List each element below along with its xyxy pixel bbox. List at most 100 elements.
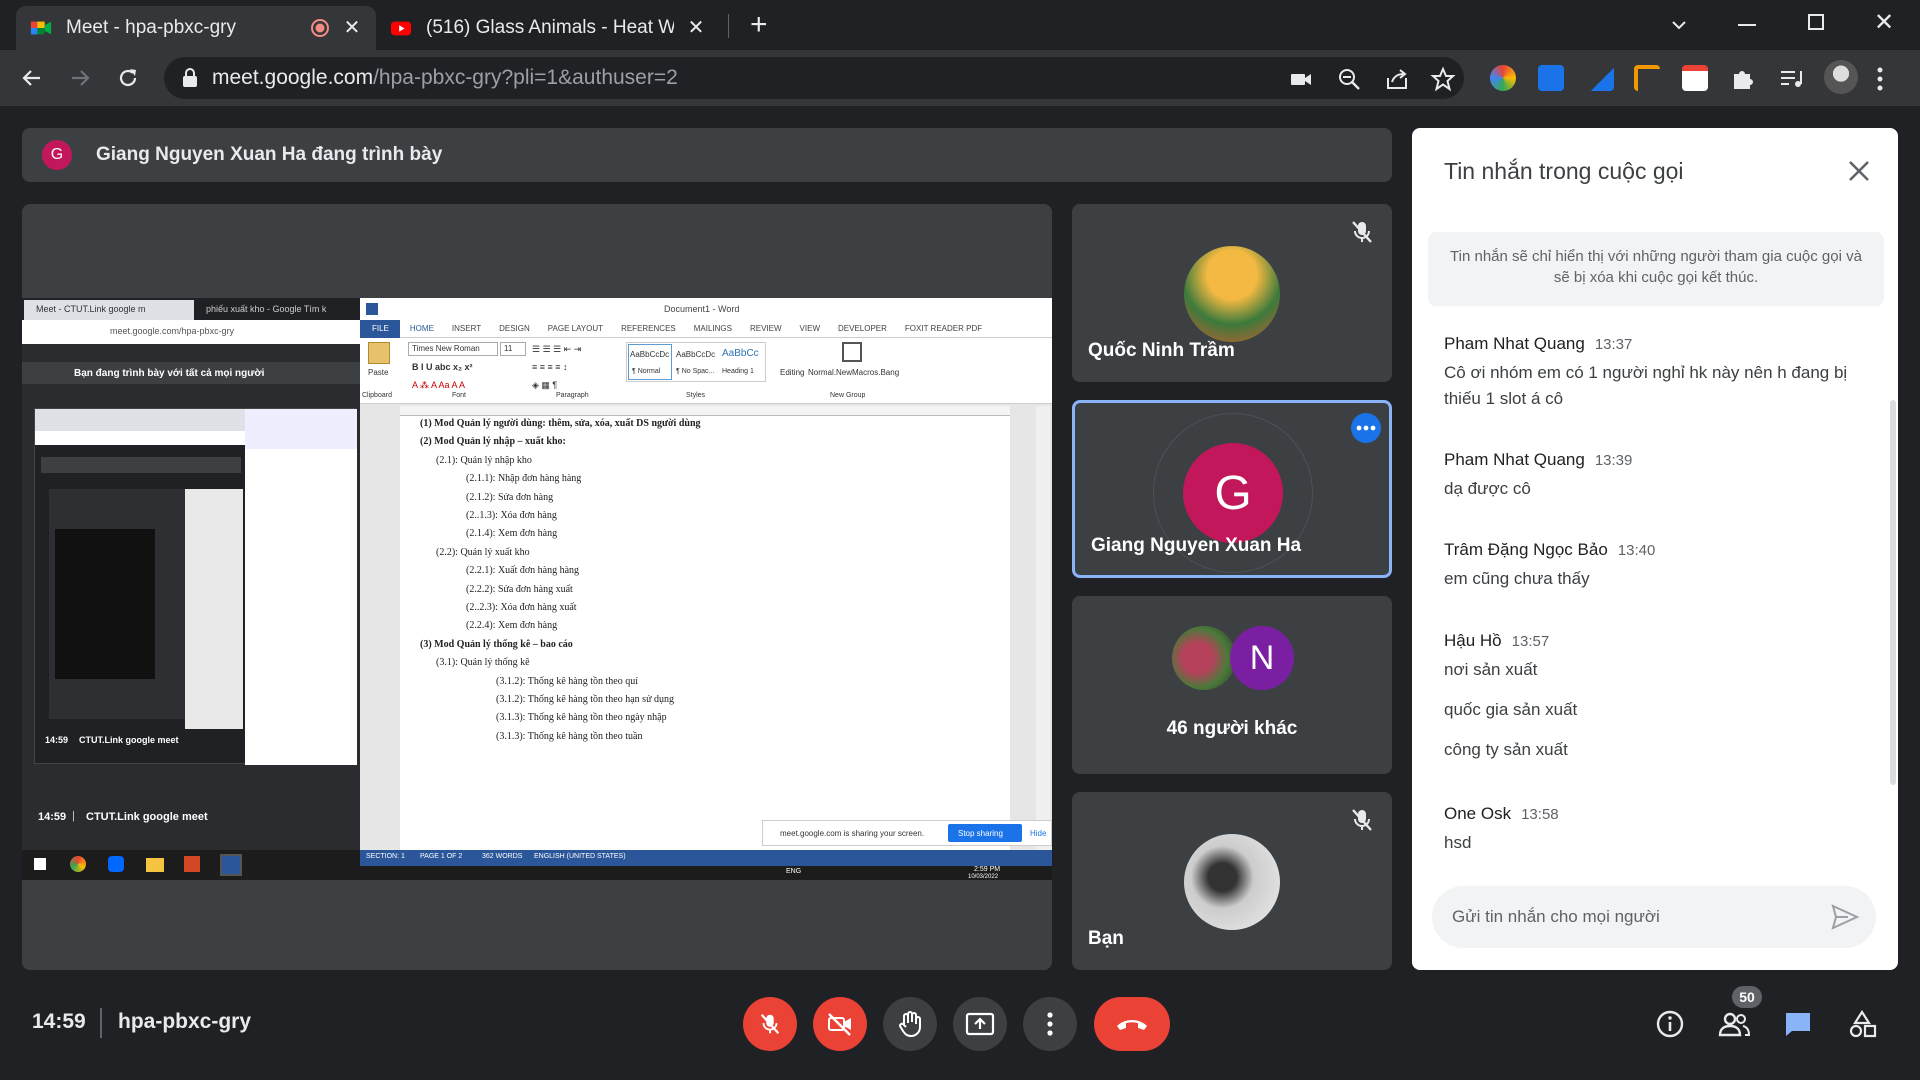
word-taskbar-icon[interactable] bbox=[220, 854, 242, 876]
close-icon[interactable] bbox=[1844, 156, 1874, 186]
status-page: PAGE 1 OF 2 bbox=[420, 853, 463, 860]
camera-icon[interactable] bbox=[1288, 66, 1314, 92]
window-close-button[interactable]: ✕ bbox=[1874, 8, 1894, 37]
word-ribbon-tab[interactable]: DEVELOPER bbox=[829, 320, 896, 338]
star-icon[interactable] bbox=[1430, 66, 1456, 92]
present-button[interactable] bbox=[953, 997, 1007, 1051]
share-icon[interactable] bbox=[1384, 66, 1410, 92]
calendar-extension-icon[interactable] bbox=[1682, 65, 1708, 91]
forward-button[interactable] bbox=[62, 60, 98, 96]
chat-button[interactable] bbox=[1780, 1006, 1816, 1042]
raise-hand-button[interactable] bbox=[883, 997, 937, 1051]
document-line: (3.1): Quản lý thống kê bbox=[436, 657, 530, 669]
close-icon[interactable]: ✕ bbox=[342, 18, 362, 38]
message-text: hsd bbox=[1444, 833, 1472, 852]
word-ribbon-tab[interactable]: INSERT bbox=[443, 320, 490, 338]
water-drop-extension-icon[interactable] bbox=[1538, 65, 1564, 91]
chat-message: Pham Nhat Quang 13:39 dạ được cô bbox=[1444, 450, 1864, 502]
camera-toggle-button[interactable] bbox=[813, 997, 867, 1051]
powerpoint-icon[interactable] bbox=[184, 856, 200, 872]
chrome-icon[interactable] bbox=[70, 856, 86, 872]
word-ribbon-tab[interactable]: HOME bbox=[401, 320, 443, 338]
document-line: (3.1.3): Thống kê hàng tồn theo ngày nhậ… bbox=[496, 712, 667, 724]
chat-scrollbar[interactable] bbox=[1890, 400, 1896, 785]
alignment-controls[interactable]: ≡ ≡ ≡ ≡ ↕ bbox=[532, 362, 568, 372]
editing-label[interactable]: Editing bbox=[780, 368, 804, 377]
send-icon[interactable] bbox=[1830, 902, 1860, 932]
document-line: (2..2.3): Xóa đơn hàng xuất bbox=[466, 602, 577, 613]
word-ribbon-tab[interactable]: DESIGN bbox=[490, 320, 539, 338]
more-vert-icon bbox=[1047, 1012, 1053, 1036]
nested-url: meet.google.com/hpa-pbxc-gry bbox=[110, 326, 235, 336]
address-bar[interactable]: meet.google.com/hpa-pbxc-gry?pli=1&authu… bbox=[164, 57, 1464, 99]
tab-meet-title: Meet - hpa-pbxc-gry bbox=[66, 17, 237, 38]
word-ribbon-tab[interactable]: VIEW bbox=[791, 320, 829, 338]
avatar[interactable] bbox=[1824, 60, 1858, 94]
document-body[interactable]: (1) Mod Quản lý người dùng: thêm, sửa, x… bbox=[420, 418, 1000, 848]
mic-off-icon bbox=[760, 1013, 780, 1035]
word-scrollbar[interactable] bbox=[1036, 406, 1050, 850]
word-title: Document1 - Word bbox=[664, 304, 740, 314]
leave-call-button[interactable] bbox=[1094, 997, 1170, 1051]
zalo-icon[interactable] bbox=[108, 856, 124, 872]
people-button[interactable] bbox=[1716, 1006, 1752, 1042]
nested-tab-search: phiếu xuất kho - Google Tìm k bbox=[206, 304, 327, 314]
style-nospacing-sample: AaBbCcDc bbox=[676, 350, 716, 359]
word-ribbon-tab[interactable]: MAILINGS bbox=[685, 320, 741, 338]
participant-tile-others[interactable]: N 46 người khác bbox=[1072, 596, 1392, 774]
mic-toggle-button[interactable] bbox=[743, 997, 797, 1051]
word-ribbon-tabs: FILE HOME INSERT DESIGN PAGE LAYOUT REFERENCE… bbox=[360, 320, 991, 338]
word-ribbon-tab[interactable]: FILE bbox=[360, 320, 401, 338]
media-icon[interactable] bbox=[1778, 65, 1804, 91]
meeting-details-button[interactable] bbox=[1652, 1006, 1688, 1042]
tab-youtube[interactable]: (516) Glass Animals - Heat Waves ✕ bbox=[376, 6, 720, 50]
reload-button[interactable] bbox=[110, 60, 146, 96]
hide-button[interactable]: Hide bbox=[1030, 829, 1046, 838]
message-text: Cô ơi nhóm em có 1 người nghỉ hk này nên… bbox=[1444, 363, 1848, 408]
folder-icon[interactable] bbox=[146, 858, 164, 872]
status-section: SECTION: 1 bbox=[366, 853, 405, 860]
puzzle-icon[interactable] bbox=[1730, 65, 1756, 91]
new-tab-button[interactable]: + bbox=[750, 8, 768, 42]
word-ribbon-tab[interactable]: REFERENCES bbox=[612, 320, 685, 338]
participant-tile-1[interactable]: Quốc Ninh Trầm bbox=[1072, 204, 1392, 382]
color-picker-extension-icon[interactable] bbox=[1490, 65, 1516, 91]
close-icon[interactable]: ✕ bbox=[686, 18, 706, 38]
participant-tile-self[interactable]: Bạn bbox=[1072, 792, 1392, 970]
paste-button[interactable] bbox=[368, 342, 390, 364]
document-line: (2.2.2): Sửa đơn hàng xuất bbox=[466, 583, 573, 595]
pen-extension-icon[interactable] bbox=[1588, 65, 1614, 91]
macro-label[interactable]: Normal.NewMacros.Bang bbox=[808, 368, 899, 377]
participant-tile-2[interactable]: G Giang Nguyen Xuan Ha bbox=[1072, 400, 1392, 578]
activities-button[interactable] bbox=[1844, 1006, 1880, 1042]
word-status-bar bbox=[360, 850, 1052, 866]
word-ribbon-tab[interactable]: PAGE LAYOUT bbox=[539, 320, 612, 338]
presentation-stage[interactable]: Meet - CTUT.Link google m phiếu xuất kho… bbox=[22, 204, 1052, 970]
tab-search-icon[interactable] bbox=[1668, 14, 1690, 36]
zoom-icon[interactable] bbox=[1336, 66, 1362, 92]
chat-title: Tin nhắn trong cuộc gọi bbox=[1444, 158, 1684, 184]
word-ribbon-tab[interactable]: FOXIT READER PDF bbox=[896, 320, 991, 338]
paste-label: Paste bbox=[368, 368, 389, 377]
paragraph-controls[interactable]: ☰ ☰ ☰ ⇤ ⇥ bbox=[532, 344, 581, 355]
ruler-extension-icon[interactable] bbox=[1634, 65, 1660, 91]
more-options-button[interactable] bbox=[1351, 413, 1381, 443]
videocam-off-icon bbox=[828, 1013, 851, 1036]
font-color-row[interactable]: A ⁂ A Aa A A bbox=[412, 380, 465, 391]
nested-time-small: 14:59 bbox=[45, 735, 69, 745]
tab-meet[interactable]: Meet - hpa-pbxc-gry ✕ bbox=[16, 6, 376, 50]
shading-controls[interactable]: ◈ ▦ ¶ bbox=[532, 380, 557, 391]
group-font: Font bbox=[452, 392, 467, 399]
status-words: 362 WORDS bbox=[482, 853, 523, 860]
people-count-badge: 50 bbox=[1732, 986, 1762, 1008]
bold-italic-underline[interactable]: B I U abc x₂ x² bbox=[412, 362, 473, 372]
back-button[interactable] bbox=[14, 60, 50, 96]
word-ribbon-tab[interactable]: REVIEW bbox=[741, 320, 791, 338]
minimize-button[interactable] bbox=[1738, 24, 1756, 26]
restore-button[interactable] bbox=[1808, 14, 1824, 30]
chat-message: Pham Nhat Quang 13:37 Cô ơi nhóm em có 1 … bbox=[1444, 334, 1864, 412]
chat-input[interactable] bbox=[1452, 886, 1812, 948]
more-options-button[interactable] bbox=[1023, 997, 1077, 1051]
start-icon[interactable] bbox=[34, 858, 46, 870]
more-vert-icon[interactable] bbox=[1876, 66, 1884, 92]
